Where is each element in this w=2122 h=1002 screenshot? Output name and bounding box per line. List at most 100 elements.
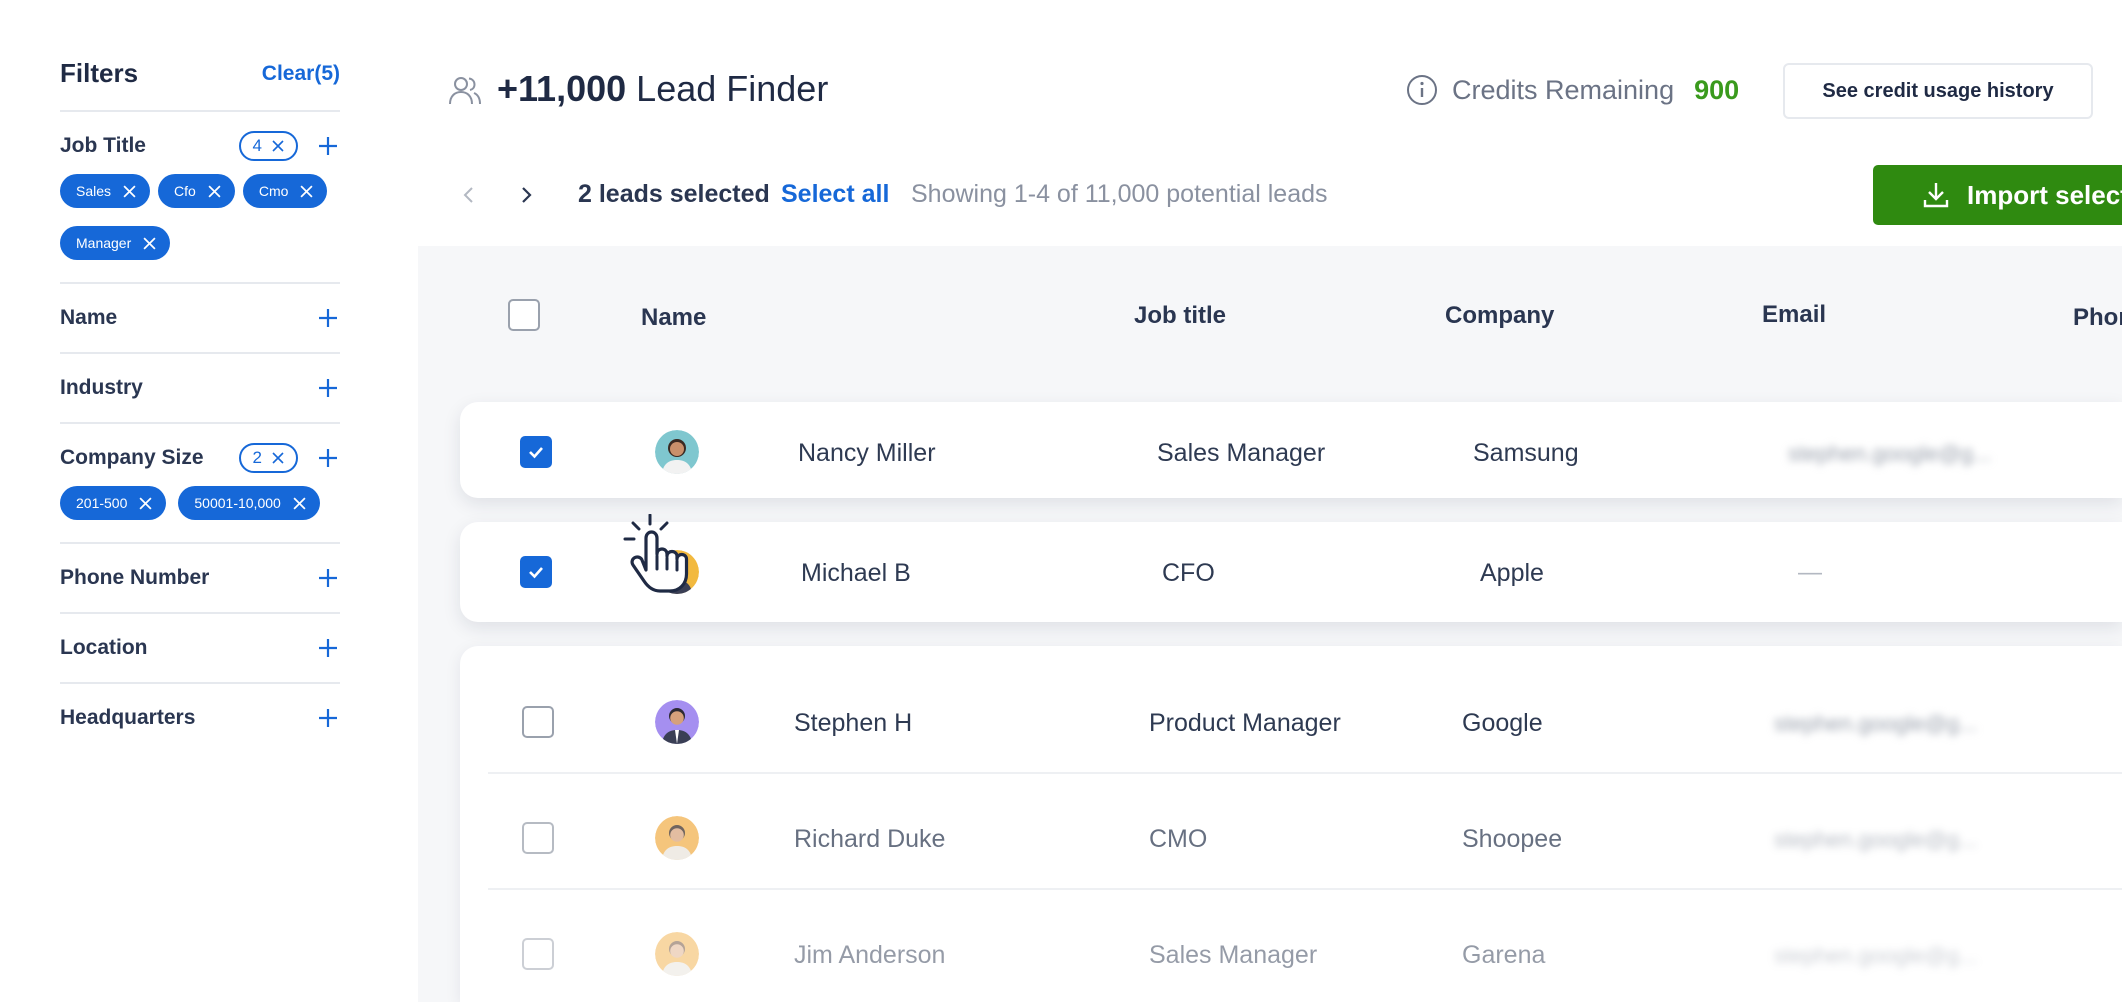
row-checkbox[interactable] [522, 706, 554, 738]
add-company-size-button[interactable] [316, 446, 340, 470]
plus-icon [319, 449, 337, 467]
import-label: Import selected [1967, 179, 2122, 210]
row-divider [488, 888, 2122, 890]
cell-job-title: CMO [1149, 825, 1208, 853]
cell-job-title: Sales Manager [1157, 439, 1326, 467]
plus-icon [319, 639, 337, 657]
column-header-company[interactable]: Company [1445, 302, 1554, 330]
add-name-button[interactable] [316, 306, 340, 330]
add-phone-number-button[interactable] [316, 566, 340, 590]
avatar [655, 932, 699, 976]
chip-label: Cfo [174, 183, 196, 199]
filter-actions: 2 [238, 443, 340, 473]
download-icon [1923, 183, 1949, 208]
cell-email: stephen.google@g... [1774, 711, 1978, 736]
column-header-phone[interactable]: Phone [2073, 304, 2122, 332]
cell-company: Apple [1480, 559, 1544, 587]
avatar [655, 700, 699, 744]
avatar [655, 816, 699, 860]
filters-title: Filters [60, 58, 139, 88]
row-divider [488, 772, 2122, 774]
filters-header: Filters Clear(5) [60, 58, 340, 89]
filter-location-head: Location [60, 614, 340, 682]
add-location-button[interactable] [316, 636, 340, 660]
check-icon [529, 447, 543, 459]
filter-label: Phone Number [60, 566, 210, 589]
showing-range: Showing 1-4 of 11,000 potential leads [911, 180, 1328, 208]
chip-50001-10000[interactable]: 50001-10,000 [178, 486, 320, 520]
add-industry-button[interactable] [316, 376, 340, 400]
chip-cmo[interactable]: Cmo [242, 174, 328, 208]
cell-name: Stephen H [794, 709, 913, 737]
cell-email: stephen.google@g... [1774, 943, 1978, 968]
filter-label: Job Title [60, 134, 146, 157]
filter-phone-number: Phone Number [60, 542, 340, 612]
filter-label: Location [60, 636, 148, 659]
filter-industry-head: Industry [60, 354, 340, 422]
filter-company-size-head: Company Size 2 [60, 424, 340, 492]
credits-label: Credits Remaining [1452, 74, 1675, 105]
cell-email: stephen.google@g... [1788, 441, 1992, 466]
chevron-left-icon [463, 187, 473, 203]
select-all-link[interactable]: Select all [781, 180, 889, 209]
plus-icon [319, 309, 337, 327]
filter-job-title-head: Job Title 4 [60, 112, 340, 180]
column-header-name[interactable]: Name [641, 304, 706, 332]
cell-company: Samsung [1473, 439, 1579, 467]
cell-email: — [1798, 559, 1822, 586]
filter-company-size: Company Size 2 201-500 50001-10,000 [60, 422, 340, 542]
users-icon [449, 77, 481, 105]
filter-label: Headquarters [60, 706, 196, 729]
cell-name: Richard Duke [794, 825, 946, 853]
chip-cfo[interactable]: Cfo [158, 174, 235, 208]
chip-sales[interactable]: Sales [60, 174, 151, 208]
prev-page-button[interactable] [454, 180, 484, 210]
company-size-chips: 201-500 50001-10,000 [60, 486, 340, 542]
filters-sidebar: Filters Clear(5) Job Title 4 Sales Cfo C… [0, 0, 418, 1002]
close-icon [300, 184, 313, 198]
filter-headquarters: Headquarters [60, 682, 340, 752]
chip-201-500[interactable]: 201-500 [60, 486, 167, 520]
company-size-count-badge[interactable]: 2 [238, 443, 298, 473]
close-icon [272, 140, 284, 152]
import-selected-button[interactable]: Import selected [1873, 165, 2122, 225]
filter-phone-number-head: Phone Number [60, 544, 340, 612]
row-checkbox[interactable] [522, 822, 554, 854]
badge-count: 4 [252, 136, 262, 155]
table-row-selected[interactable] [460, 522, 2122, 622]
chip-label: 50001-10,000 [194, 495, 281, 511]
row-checkbox[interactable] [520, 556, 552, 588]
add-job-title-button[interactable] [316, 134, 340, 158]
avatar [655, 430, 699, 474]
column-header-email[interactable]: Email [1762, 301, 1826, 329]
close-icon [293, 496, 306, 510]
row-checkbox[interactable] [522, 938, 554, 970]
cell-company: Shoopee [1462, 825, 1563, 853]
chip-label: Sales [76, 183, 112, 199]
see-credit-usage-history-button[interactable]: See credit usage history [1783, 63, 2093, 119]
select-all-checkbox[interactable] [508, 299, 540, 331]
filter-label: Industry [60, 376, 143, 399]
close-icon [208, 184, 221, 198]
add-headquarters-button[interactable] [316, 706, 340, 730]
page-title-text: Lead Finder [636, 68, 829, 109]
filter-headquarters-head: Headquarters [60, 684, 340, 752]
filter-job-title: Job Title 4 Sales Cfo Cmo Manager [60, 110, 340, 282]
clear-filters-link[interactable]: Clear(5) [262, 62, 340, 86]
chip-manager[interactable]: Manager [60, 226, 171, 260]
check-icon [529, 567, 543, 579]
job-title-count-badge[interactable]: 4 [238, 131, 298, 161]
chip-label: Cmo [258, 183, 289, 199]
credits-value: 900 [1694, 74, 1740, 105]
filter-label: Company Size [60, 446, 204, 469]
plus-icon [319, 137, 337, 155]
info-icon[interactable] [1406, 74, 1438, 106]
credits-remaining: Credits Remaining 900 [1406, 74, 1739, 106]
next-page-button[interactable] [511, 180, 541, 210]
column-header-job-title[interactable]: Job title [1134, 302, 1226, 330]
chip-label: Manager [76, 235, 132, 251]
row-checkbox[interactable] [520, 436, 552, 468]
close-icon [123, 184, 136, 198]
close-icon [143, 236, 156, 250]
filter-list: Job Title 4 Sales Cfo Cmo Manager Name I… [60, 110, 340, 752]
